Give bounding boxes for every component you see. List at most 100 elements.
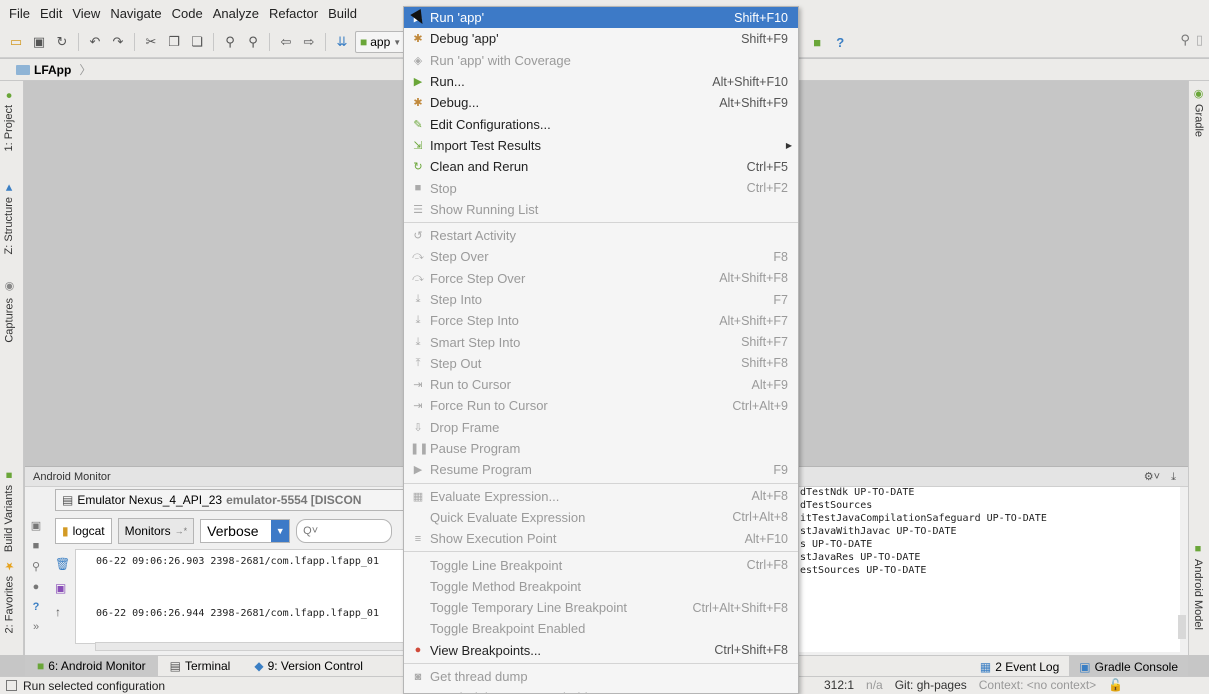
help-icon[interactable]: ?: [33, 601, 40, 613]
save-icon[interactable]: ▣: [29, 32, 49, 52]
tab-gradle-console[interactable]: ▣ Gradle Console: [1069, 656, 1188, 677]
menu-item-run-app[interactable]: ▶ Run 'app' Shift+F10: [404, 7, 798, 29]
more-icon[interactable]: »: [33, 621, 39, 633]
tab-version-control[interactable]: ◆ 9: Version Control: [242, 656, 375, 677]
tab-android-monitor[interactable]: ■ 6: Android Monitor: [25, 655, 158, 677]
menu-item-drop-frame[interactable]: ⇩ Drop Frame: [404, 417, 798, 438]
cut-icon[interactable]: ✂: [141, 32, 161, 52]
log-level-select[interactable]: Verbose ▼: [200, 519, 291, 543]
notifications-icon[interactable]: ▯: [1196, 32, 1203, 48]
menu-item-quick-evaluate-expression[interactable]: Quick Evaluate Expression Ctrl+Alt+8: [404, 507, 798, 528]
logcat-output[interactable]: 06-22 09:06:26.903 2398-2681/com.lfapp.l…: [75, 549, 425, 644]
menu-item-step-into[interactable]: ⤓ Step Into F7: [404, 289, 798, 310]
menu-file[interactable]: File: [4, 6, 35, 21]
menu-item-stop[interactable]: ■ Stop Ctrl+F2: [404, 177, 798, 198]
menu-item-force-step-into[interactable]: ⤓ Force Step Into Alt+Shift+F7: [404, 310, 798, 331]
terminate-icon[interactable]: ●: [33, 581, 40, 593]
tab-structure[interactable]: Z: Structure ▼: [3, 181, 15, 254]
make-project-icon[interactable]: ⇊: [332, 32, 352, 52]
menu-item-toggle-method-breakpoint[interactable]: Toggle Method Breakpoint: [404, 576, 798, 597]
tab-captures[interactable]: Captures ◉: [3, 281, 17, 343]
menu-item-run[interactable]: ▶ Run... Alt+Shift+F10: [404, 71, 798, 92]
tab-event-log[interactable]: ▦ 2 Event Log: [970, 656, 1069, 677]
tab-logcat[interactable]: ▮ logcat: [55, 518, 112, 544]
up-icon[interactable]: ↑: [55, 605, 70, 619]
tab-favorites[interactable]: 2: Favorites ★: [3, 559, 17, 633]
menu-item-step-over[interactable]: ⤼ Step Over F8: [404, 246, 798, 267]
menu-item-restart-activity[interactable]: ↺ Restart Activity: [404, 225, 798, 246]
menu-item-view-breakpoints[interactable]: ● View Breakpoints... Ctrl+Shift+F8: [404, 640, 798, 661]
menu-item-resume-program[interactable]: ▶ Resume Program F9: [404, 459, 798, 480]
toggle-tool-windows-icon[interactable]: [6, 680, 17, 691]
menu-code[interactable]: Code: [167, 6, 208, 21]
copy-icon[interactable]: ❐: [164, 32, 184, 52]
gradle-console-output[interactable]: dTestNdk UP-TO-DATE dTestSources itTestJ…: [795, 487, 1180, 652]
menu-item-clean-and-rerun[interactable]: ↻ Clean and Rerun Ctrl+F5: [404, 156, 798, 177]
menu-item-run-to-cursor[interactable]: ⇥ Run to Cursor Alt+F9: [404, 374, 798, 395]
scroll-to-end-icon[interactable]: ▣: [55, 581, 70, 595]
menu-item-pause-program[interactable]: ❚❚ Pause Program: [404, 438, 798, 459]
replace-icon[interactable]: ⚲: [243, 32, 263, 52]
menu-item-force-step-over[interactable]: ⤼ Force Step Over Alt+Shift+F8: [404, 268, 798, 289]
record-icon[interactable]: ■: [33, 540, 40, 552]
menu-item-label: Run 'app': [430, 10, 485, 26]
encoding[interactable]: n/a: [866, 678, 883, 692]
menu-edit[interactable]: Edit: [35, 6, 67, 21]
menu-item-import-test-results[interactable]: ⇲ Import Test Results ▶: [404, 135, 798, 156]
tab-gradle[interactable]: ◉ Gradle: [1192, 87, 1205, 137]
tab-monitors[interactable]: Monitors →*: [117, 518, 195, 544]
search-everywhere-icon[interactable]: ⚲: [1180, 32, 1190, 48]
menu-item-smart-step-into[interactable]: ⤓ Smart Step Into Shift+F7: [404, 331, 798, 352]
vertical-scrollbar[interactable]: [1178, 615, 1186, 639]
menu-analyze[interactable]: Analyze: [208, 6, 264, 21]
menu-refactor[interactable]: Refactor: [264, 6, 323, 21]
context[interactable]: Context: <no context>: [979, 678, 1096, 692]
paste-icon[interactable]: ❏: [187, 32, 207, 52]
open-folder-icon[interactable]: ▭: [6, 32, 26, 52]
logcat-search-input[interactable]: Q˅: [296, 519, 393, 543]
help-icon[interactable]: ?: [830, 32, 850, 52]
menu-item-label: Toggle Method Breakpoint: [430, 578, 582, 594]
redo-icon[interactable]: ↷: [108, 32, 128, 52]
menu-item-attach-debugger-to-android-process[interactable]: ▮Attach debugger to Android process: [404, 687, 798, 693]
menu-item-step-out[interactable]: ⤒ Step Out Shift+F8: [404, 353, 798, 374]
caret-position[interactable]: 312:1: [824, 678, 854, 692]
forward-icon[interactable]: ⇨: [299, 32, 319, 52]
sync-icon[interactable]: ↻: [52, 32, 72, 52]
git-branch[interactable]: Git: gh-pages: [895, 678, 967, 692]
menu-item-toggle-breakpoint-enabled[interactable]: Toggle Breakpoint Enabled: [404, 618, 798, 639]
screenshot-icon[interactable]: ▣: [31, 519, 41, 532]
gear-icon[interactable]: ⚙˅: [1144, 471, 1160, 483]
trash-icon[interactable]: 🗑: [55, 557, 70, 571]
menu-navigate[interactable]: Navigate: [105, 6, 166, 21]
hide-panel-icon[interactable]: ⤓: [1171, 471, 1176, 483]
menu-item-debug[interactable]: ✱ Debug... Alt+Shift+F9: [404, 92, 798, 113]
menu-item-force-run-to-cursor[interactable]: ⇥ Force Run to Cursor Ctrl+Alt+9: [404, 395, 798, 416]
device-selector[interactable]: ▤ Emulator Nexus_4_API_23 emulator-5554 …: [55, 489, 455, 511]
menu-item-get-thread-dump[interactable]: ◙ Get thread dump: [404, 666, 798, 687]
tab-project[interactable]: 1: Project ●: [3, 89, 15, 151]
menu-item-run-app-with-coverage[interactable]: ◈ Run 'app' with Coverage: [404, 50, 798, 71]
menu-view[interactable]: View: [67, 6, 105, 21]
menu-item-debug-app[interactable]: ✱ Debug 'app' Shift+F9: [404, 28, 798, 49]
find-icon[interactable]: ⚲: [220, 32, 240, 52]
menu-build[interactable]: Build: [323, 6, 362, 21]
tab-android-model[interactable]: ■ Android Model: [1192, 543, 1204, 630]
horizontal-scrollbar[interactable]: [95, 642, 425, 651]
tab-build-variants[interactable]: Build Variants ■: [3, 469, 15, 552]
lock-icon[interactable]: 🔓: [1108, 678, 1123, 692]
system-info-icon[interactable]: ⚲: [32, 560, 40, 573]
menu-item-evaluate-expression[interactable]: ▦ Evaluate Expression... Alt+F8: [404, 486, 798, 507]
menu-item-toggle-temporary-line-breakpoint[interactable]: Toggle Temporary Line Breakpoint Ctrl+Alt…: [404, 597, 798, 618]
undo-icon[interactable]: ↶: [85, 32, 105, 52]
tab-terminal[interactable]: ▤ Terminal: [158, 656, 243, 677]
menu-item-toggle-line-breakpoint[interactable]: Toggle Line Breakpoint Ctrl+F8: [404, 554, 798, 575]
menu-item-edit-configurations[interactable]: ✎ Edit Configurations...: [404, 113, 798, 134]
android-sdk-icon[interactable]: ■: [807, 32, 827, 52]
breadcrumb[interactable]: LFApp 〉: [16, 61, 91, 78]
menu-item-show-execution-point[interactable]: ≡ Show Execution Point Alt+F10: [404, 528, 798, 549]
back-icon[interactable]: ⇦: [276, 32, 296, 52]
menu-item-show-running-list[interactable]: ☰ Show Running List: [404, 199, 798, 220]
menu-item-shortcut: Ctrl+Alt+9: [732, 398, 788, 413]
run-config-selector[interactable]: ■ app ▼: [355, 31, 407, 53]
